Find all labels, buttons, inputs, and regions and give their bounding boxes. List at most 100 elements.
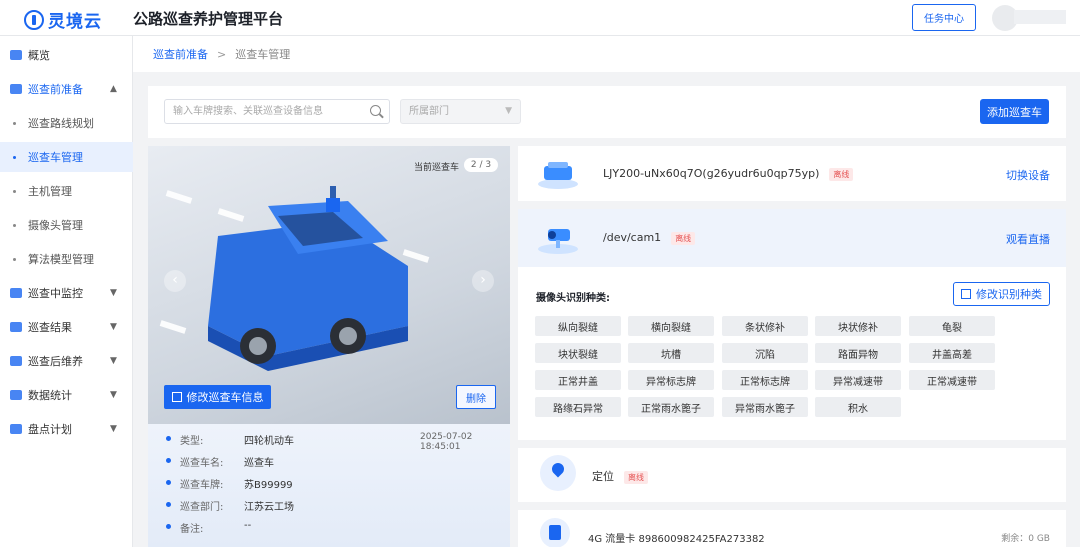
bullet-icon bbox=[166, 458, 171, 463]
next-vehicle-button[interactable]: › bbox=[472, 270, 494, 292]
department-select[interactable]: 所属部门 ▼ bbox=[400, 99, 521, 124]
recognition-chip: 路缘石异常 bbox=[535, 397, 621, 417]
sidebar-item-label: 摄像头管理 bbox=[28, 219, 83, 232]
bullet-icon bbox=[13, 155, 16, 159]
sidebar-item-monitor[interactable]: 巡查中监控 ▼ bbox=[0, 278, 133, 308]
sim-card-panel: 4G 流量卡 898600982425FA273382 剩余：0 GB bbox=[518, 510, 1066, 547]
bullet-icon bbox=[166, 436, 171, 441]
host-status-badge: 离线 bbox=[829, 168, 854, 181]
breadcrumb-parent[interactable]: 巡查前准备 bbox=[153, 46, 208, 62]
host-device-name: LJY200-uNx60q7O(g26yudr6u0qp75yp) 离线 bbox=[603, 167, 854, 181]
platform-title: 公路巡查养护管理平台 bbox=[133, 10, 284, 28]
info-key: 巡查部门: bbox=[180, 502, 224, 513]
logo-icon bbox=[24, 9, 44, 30]
sidebar-item-label: 巡查结果 bbox=[28, 321, 72, 334]
sidebar-item-prep[interactable]: 巡查前准备 ▲ bbox=[0, 74, 133, 104]
info-key: 类型: bbox=[180, 436, 204, 447]
recognition-chip: 正常标志牌 bbox=[722, 370, 808, 390]
sim-card-name: 4G 流量卡 898600982425FA273382 bbox=[588, 534, 765, 545]
recognition-chip: 条状修补 bbox=[722, 316, 808, 336]
info-key: 备注: bbox=[180, 524, 204, 535]
host-device-icon bbox=[538, 162, 578, 189]
recognition-chip: 异常雨水篦子 bbox=[722, 397, 808, 417]
sim-card-icon bbox=[540, 518, 570, 547]
top-header: 灵境云 公路巡查养护管理平台 任务中心 bbox=[0, 0, 1080, 36]
vehicle-illustration bbox=[208, 186, 408, 371]
watch-live-link[interactable]: 观看直播 bbox=[1006, 231, 1050, 247]
recognition-chip: 路面异物 bbox=[815, 343, 901, 363]
sidebar: 概览 巡查前准备 ▲ 巡查路线规划 巡查车管理 主机管理 摄像头管理 算法模型管… bbox=[0, 36, 133, 547]
camera-device-name: /dev/cam1 离线 bbox=[603, 231, 696, 245]
recognition-chip: 正常减速带 bbox=[909, 370, 995, 390]
sidebar-item-label: 算法模型管理 bbox=[28, 253, 94, 266]
monitor-icon bbox=[10, 288, 22, 298]
recognition-chip: 块状裂缝 bbox=[535, 343, 621, 363]
recognition-chip: 龟裂 bbox=[909, 316, 995, 336]
recognition-chip: 异常减速带 bbox=[815, 370, 901, 390]
sidebar-item-plan[interactable]: 盘点计划 ▼ bbox=[0, 414, 133, 444]
sidebar-item-route-plan[interactable]: 巡查路线规划 bbox=[0, 108, 133, 138]
prev-vehicle-button[interactable]: ‹ bbox=[164, 270, 186, 292]
logo[interactable]: 灵境云 bbox=[24, 7, 102, 32]
host-device-card: LJY200-uNx60q7O(g26yudr6u0qp75yp) 离线 切换设备 bbox=[518, 146, 1066, 201]
recognition-chip: 井盖高差 bbox=[909, 343, 995, 363]
sidebar-item-overview[interactable]: 概览 bbox=[0, 40, 133, 70]
recognition-title: 摄像头识别种类: bbox=[536, 293, 610, 304]
edit-vehicle-button[interactable]: 修改巡查车信息 bbox=[164, 385, 271, 409]
bullet-icon bbox=[13, 189, 16, 193]
sidebar-item-results[interactable]: 巡查结果 ▼ bbox=[0, 312, 133, 342]
vehicle-timestamp: 2025-07-02 18:45:01 bbox=[420, 432, 473, 452]
bullet-icon bbox=[13, 257, 16, 261]
add-vehicle-button[interactable]: 添加巡查车 bbox=[980, 99, 1049, 124]
chevron-down-icon: ▼ bbox=[110, 390, 117, 400]
info-key: 巡查车名: bbox=[180, 458, 224, 469]
sidebar-item-vehicle-mgmt[interactable]: 巡查车管理 bbox=[0, 142, 133, 172]
sidebar-item-host-mgmt[interactable]: 主机管理 bbox=[0, 176, 133, 206]
maintain-icon bbox=[10, 356, 22, 366]
vehicle-info: 2025-07-02 18:45:01 类型: 四轮机动车 巡查车名: 巡查车 … bbox=[148, 424, 510, 547]
breadcrumb: 巡查前准备 > 巡查车管理 bbox=[133, 36, 1080, 72]
delete-vehicle-button[interactable]: 删除 bbox=[456, 385, 496, 409]
edit-recognition-label: 修改识别种类 bbox=[976, 288, 1042, 301]
info-value: 四轮机动车 bbox=[244, 436, 294, 447]
sidebar-item-model-mgmt[interactable]: 算法模型管理 bbox=[0, 244, 133, 274]
vehicle-counter: 2 / 3 bbox=[464, 158, 498, 172]
location-device-name: 定位 离线 bbox=[592, 468, 648, 484]
recognition-chip: 正常雨水篦子 bbox=[628, 397, 714, 417]
recognition-chip: 正常井盖 bbox=[535, 370, 621, 390]
department-select-placeholder: 所属部门 bbox=[409, 106, 449, 117]
sidebar-item-label: 巡查前准备 bbox=[28, 83, 83, 96]
task-center-button[interactable]: 任务中心 bbox=[912, 4, 976, 31]
bullet-icon bbox=[13, 223, 16, 227]
stats-icon bbox=[10, 390, 22, 400]
info-value: 巡查车 bbox=[244, 458, 274, 469]
host-device-name-text: LJY200-uNx60q7O(g26yudr6u0qp75yp) bbox=[603, 167, 820, 180]
username-placeholder[interactable] bbox=[1014, 10, 1066, 24]
sidebar-item-stats[interactable]: 数据统计 ▼ bbox=[0, 380, 133, 410]
chevron-down-icon: ▼ bbox=[110, 288, 117, 298]
search-input[interactable] bbox=[165, 100, 355, 123]
bullet-icon bbox=[166, 502, 171, 507]
sidebar-item-label: 数据统计 bbox=[28, 389, 72, 402]
recognition-chip: 横向裂缝 bbox=[628, 316, 714, 336]
plan-icon bbox=[10, 424, 22, 434]
result-icon bbox=[10, 322, 22, 332]
sidebar-item-label: 概览 bbox=[28, 49, 50, 62]
edit-recognition-button[interactable]: 修改识别种类 bbox=[953, 282, 1050, 306]
switch-device-link[interactable]: 切换设备 bbox=[1006, 167, 1050, 183]
sidebar-item-camera-mgmt[interactable]: 摄像头管理 bbox=[0, 210, 133, 240]
chevron-down-icon: ▼ bbox=[110, 356, 117, 366]
filter-bar: 所属部门 ▼ 添加巡查车 bbox=[148, 86, 1066, 138]
chevron-down-icon: ▼ bbox=[505, 106, 512, 116]
sidebar-item-label: 巡查中监控 bbox=[28, 287, 83, 300]
camera-device-icon bbox=[538, 229, 578, 254]
search-icon[interactable] bbox=[370, 105, 381, 116]
bullet-icon bbox=[166, 480, 171, 485]
sidebar-item-label: 巡查后维养 bbox=[28, 355, 83, 368]
breadcrumb-separator: > bbox=[217, 47, 227, 61]
logo-text: 灵境云 bbox=[48, 12, 102, 32]
search-box bbox=[164, 99, 390, 124]
info-value: -- bbox=[244, 520, 252, 531]
sidebar-item-maintain[interactable]: 巡查后维养 ▼ bbox=[0, 346, 133, 376]
dashboard-icon bbox=[10, 50, 22, 60]
